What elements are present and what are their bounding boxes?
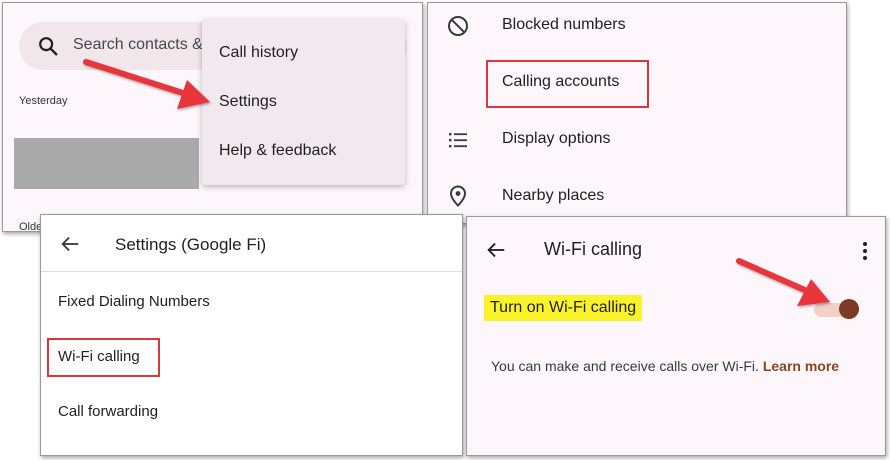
learn-more-link[interactable]: Learn more <box>763 358 839 374</box>
recents-screen: Search contacts & Yesterday Olde Call hi… <box>2 2 423 232</box>
menu-item-help-feedback[interactable]: Help & feedback <box>219 142 336 160</box>
section-header-yesterday: Yesterday <box>19 95 68 107</box>
overflow-menu: Call history Settings Help & feedback <box>202 19 405 185</box>
app-bar: Settings (Google Fi) <box>41 215 462 272</box>
search-icon <box>39 37 58 56</box>
settings-item-blocked-numbers[interactable]: Blocked numbers <box>502 16 626 34</box>
description-text: You can make and receive calls over Wi-F… <box>491 358 759 374</box>
google-fi-settings-screen: Settings (Google Fi) Fixed Dialing Numbe… <box>40 214 463 456</box>
list-icon <box>449 133 467 148</box>
back-arrow-icon[interactable] <box>59 233 81 255</box>
wifi-calling-toggle-label: Turn on Wi-Fi calling <box>484 295 643 321</box>
location-pin-icon <box>449 185 467 207</box>
settings-item-display-options[interactable]: Display options <box>502 130 611 148</box>
settings-item-wifi-calling[interactable]: Wi-Fi calling <box>58 348 140 365</box>
redacted-call-entry <box>14 138 199 189</box>
wifi-calling-screen: Wi-Fi calling Turn on Wi-Fi calling You … <box>466 216 886 456</box>
toggle-thumb[interactable] <box>839 299 859 319</box>
search-input[interactable]: Search contacts & <box>73 36 203 54</box>
section-header-older: Olde <box>19 221 43 232</box>
wifi-calling-description: You can make and receive calls over Wi-F… <box>491 358 839 374</box>
settings-item-calling-accounts[interactable]: Calling accounts <box>502 73 619 91</box>
page-title: Wi-Fi calling <box>544 239 643 259</box>
menu-item-settings[interactable]: Settings <box>219 93 277 111</box>
menu-item-call-history[interactable]: Call history <box>219 44 298 62</box>
page-title: Settings (Google Fi) <box>115 235 267 254</box>
settings-screen: Blocked numbers Calling accounts Display… <box>427 2 847 224</box>
back-arrow-icon[interactable] <box>485 239 507 261</box>
settings-item-nearby-places[interactable]: Nearby places <box>502 187 604 205</box>
settings-item-fixed-dialing[interactable]: Fixed Dialing Numbers <box>58 293 210 310</box>
settings-item-call-forwarding[interactable]: Call forwarding <box>58 403 158 420</box>
more-vert-icon[interactable] <box>861 241 869 261</box>
block-icon <box>448 16 468 36</box>
